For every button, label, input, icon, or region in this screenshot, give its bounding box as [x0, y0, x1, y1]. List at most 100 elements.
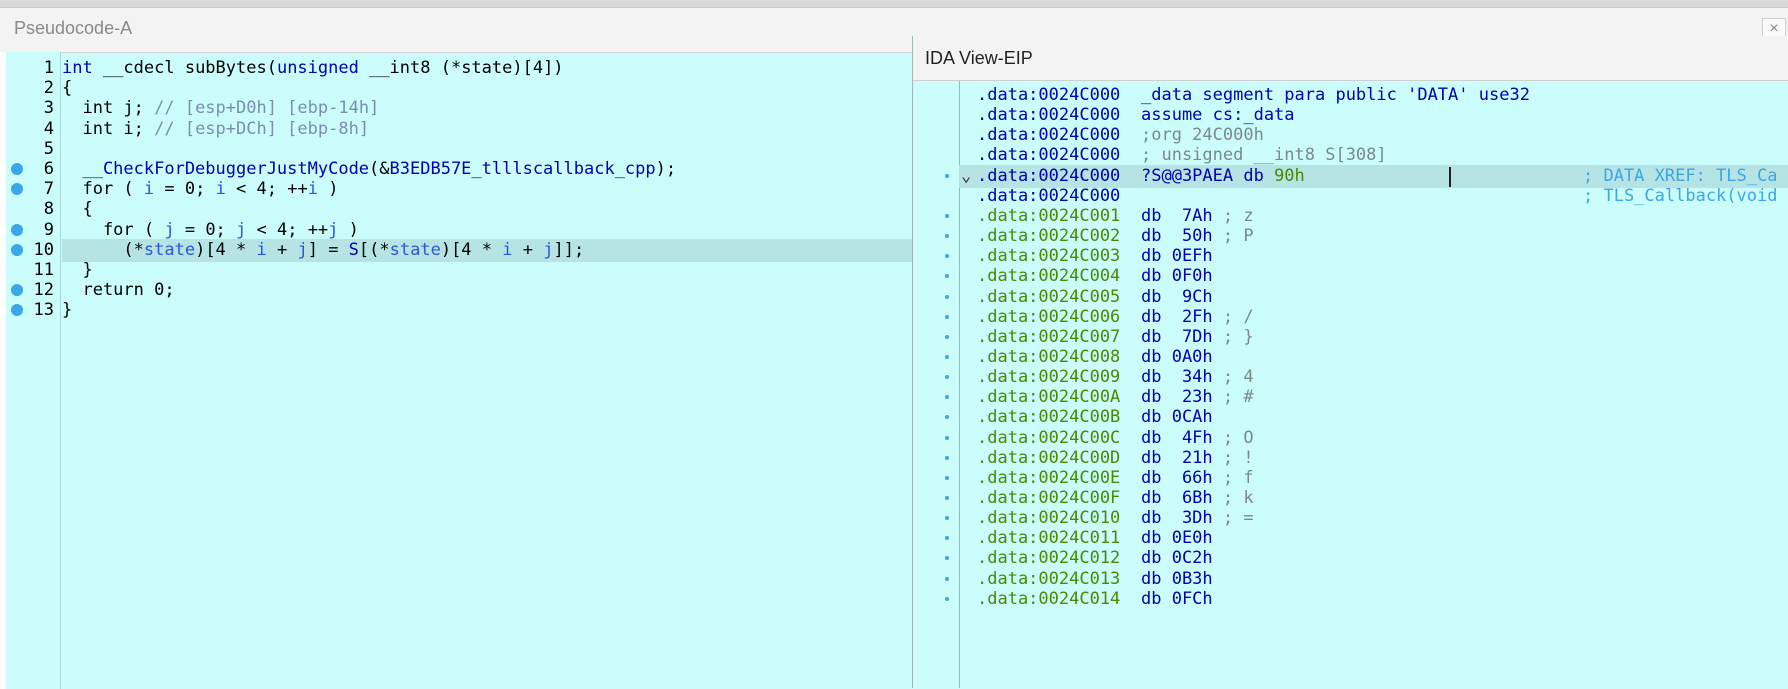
code-line[interactable]: 13} [0, 299, 900, 322]
item-dot-icon [945, 536, 949, 541]
code-token: state [389, 239, 441, 260]
instruction-token: 90h [1274, 165, 1305, 186]
item-dot-icon [945, 415, 949, 420]
code-token: for ( [62, 219, 165, 240]
code-token: = 0; [154, 179, 216, 200]
instruction-token: ; = [1222, 508, 1254, 529]
item-dot-icon [945, 294, 949, 299]
code-token: // [esp+DCh] [ebp-8h] [154, 118, 370, 139]
item-dot-icon [945, 234, 949, 239]
instruction-token: db 0E0h [1141, 528, 1213, 549]
code-token: j [328, 219, 339, 240]
breakpoint-dot-icon[interactable] [11, 243, 23, 256]
address: .data:0024C014 [977, 588, 1121, 609]
code-token: < 4; ++ [225, 179, 308, 200]
instruction-token: db 66h [1141, 467, 1223, 488]
instruction-token: ; # [1222, 387, 1254, 408]
item-dot-icon [945, 173, 949, 178]
instruction-token: ;org 24C000h [1141, 125, 1264, 146]
code-token: j [236, 219, 247, 240]
code-token: __int8 (*state)[4]) [369, 58, 564, 78]
instruction-token: db 2Fh [1141, 306, 1223, 327]
instruction-token: db 0B3h [1141, 568, 1213, 589]
instruction-token: db 0A0h [1141, 346, 1213, 367]
code-token: i [256, 239, 267, 260]
instruction-token: db 50h [1141, 226, 1223, 247]
line-number: 13 [33, 300, 54, 321]
code-token: (& [369, 159, 390, 179]
breakpoint-dot-icon[interactable] [11, 284, 23, 297]
code-token: __CheckForDebuggerJustMyCode [62, 159, 370, 179]
instruction-token: db 0CAh [1141, 407, 1213, 428]
item-dot-icon [945, 354, 949, 359]
instruction-token: ; / [1222, 306, 1254, 327]
breakpoint-dot-icon[interactable] [11, 304, 23, 317]
instruction-token: ; f [1222, 467, 1254, 488]
code-token: i [143, 179, 155, 200]
code-token: // [esp+D0h] [ebp-14h] [154, 98, 380, 119]
code-token: i [307, 179, 318, 200]
instruction-token: assume cs:_data [1141, 105, 1295, 126]
code-text: } [62, 299, 72, 322]
breakpoint-dot-icon[interactable] [11, 163, 23, 175]
instruction-token: ; 4 [1222, 367, 1254, 388]
pseudocode-title: Pseudocode-A [14, 18, 133, 38]
instruction-token: ; k [1222, 488, 1254, 508]
item-dot-icon [945, 556, 949, 561]
text-cursor [1449, 166, 1451, 187]
code-token: = 0; [174, 219, 237, 240]
breakpoint-dot-icon[interactable] [11, 223, 23, 236]
instruction-token: db 0F0h [1141, 266, 1213, 287]
code-token: ) [317, 179, 339, 200]
code-token: return 0; [62, 280, 175, 301]
code-token: )[4 * [195, 239, 257, 260]
code-token: int j; [62, 98, 155, 119]
instruction-token: db 6Bh [1141, 488, 1223, 508]
instruction-token: ?S@@3PAEA db [1141, 165, 1275, 186]
code-token: [(* [358, 239, 390, 260]
code-token: + [266, 239, 298, 260]
code-token: { [62, 78, 73, 99]
code-token: state [143, 239, 196, 260]
instruction-token: db 23h [1141, 387, 1223, 408]
code-token: int i; [62, 118, 155, 139]
item-dot-icon [945, 395, 949, 400]
instruction-token: ; } [1222, 326, 1254, 347]
code-token: B3EDB57E_tlllscallback_cpp [389, 159, 656, 179]
item-dot-icon [945, 375, 949, 380]
ida-view-title-bar[interactable]: IDA View-EIP [913, 36, 1788, 81]
code-token: unsigned [276, 58, 370, 78]
disassembly-line[interactable]: .data:0024C014 db 0FCh [913, 588, 1788, 611]
instruction-token: db 21h [1141, 447, 1223, 468]
instruction-token: ; O [1222, 427, 1254, 448]
item-dot-icon [945, 576, 949, 581]
ida-view-title: IDA View-EIP [925, 48, 1033, 68]
item-dot-icon [945, 455, 949, 460]
instruction-token: db 3Dh [1141, 508, 1223, 529]
instruction-token: _data segment para public 'DATA' use32 [1141, 85, 1530, 105]
code-token: j [543, 239, 554, 260]
code-token: } [62, 300, 73, 321]
item-dot-icon [945, 334, 949, 339]
breakpoint-dot-icon[interactable] [11, 183, 23, 196]
code-token: for ( [62, 179, 144, 200]
item-dot-icon [945, 314, 949, 319]
instruction-token: ; z [1222, 205, 1254, 226]
item-dot-icon [945, 475, 949, 480]
code-token: ); [655, 159, 677, 179]
item-dot-icon [945, 596, 949, 601]
instruction-token: db 7Dh [1141, 326, 1223, 347]
code-token: < 4; ++ [246, 219, 329, 240]
item-dot-icon [945, 213, 949, 218]
instruction-text: db 0FCh [1141, 588, 1213, 611]
ida-view-window[interactable]: IDA View-EIP .data:0024C000 _data segment… [912, 36, 1788, 688]
instruction-token: db 4Fh [1141, 427, 1223, 448]
item-dot-icon [945, 274, 949, 279]
instruction-token: db 9Ch [1141, 286, 1213, 307]
code-token: ]]; [553, 239, 585, 260]
instruction-token: db 0C2h [1141, 548, 1213, 569]
code-token: )[4 * [440, 239, 503, 260]
instruction-token: db 7Ah [1141, 205, 1223, 226]
code-token: j [297, 239, 308, 260]
code-token: { [62, 199, 93, 220]
